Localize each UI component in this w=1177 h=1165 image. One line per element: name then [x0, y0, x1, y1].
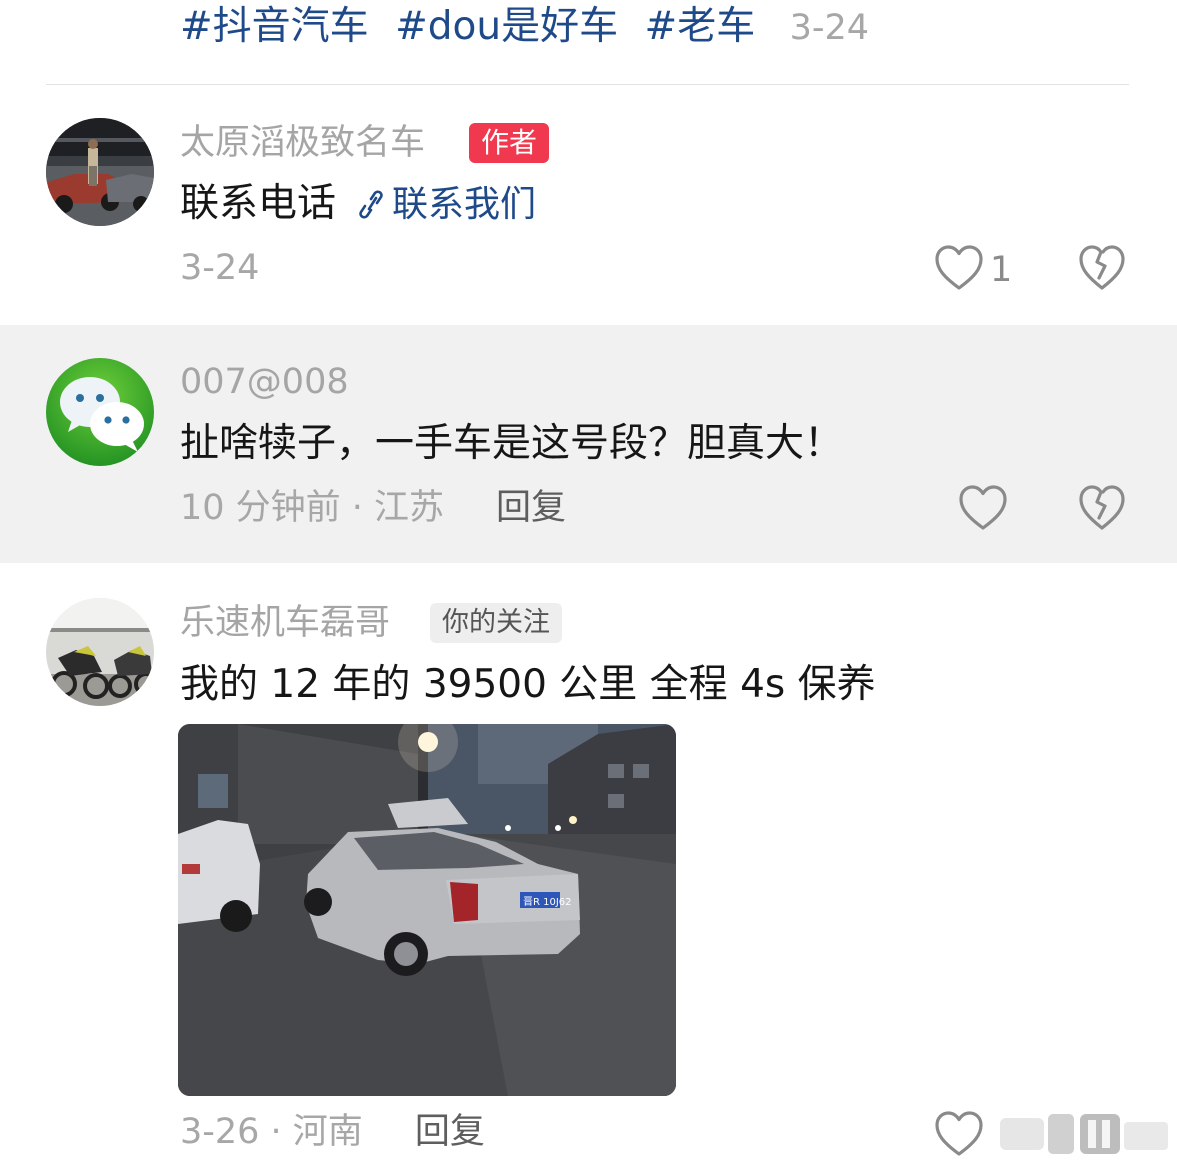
- comment-text: 我的 12 年的 39500 公里 全程 4s 保养: [180, 662, 876, 707]
- hashtag-link[interactable]: #老车: [645, 4, 756, 49]
- comment-meta: 3-26 · 河南 回复: [180, 1111, 485, 1153]
- following-badge: 你的关注: [430, 603, 562, 643]
- username[interactable]: 太原滔极致名车: [180, 122, 425, 164]
- reply-button[interactable]: 回复: [496, 488, 566, 528]
- reply-button[interactable]: 回复: [415, 1112, 485, 1152]
- broken-heart-icon[interactable]: [1078, 244, 1126, 296]
- broken-heart-icon[interactable]: [1078, 484, 1126, 536]
- like-count: 1: [990, 250, 1013, 290]
- comment-item: 007@008 扯啥犊子，一手车是这号段？胆真大！ 10 分钟前 · 江苏 回复: [0, 325, 1177, 563]
- comment-page: #抖音汽车 #dou是好车 #老车 3-24 太原滔极致名车 作者 联系电话 联…: [0, 0, 1177, 1165]
- heart-icon[interactable]: [934, 244, 984, 296]
- avatar[interactable]: [46, 598, 154, 706]
- post-caption-tags: #抖音汽车 #dou是好车 #老车 3-24: [180, 4, 869, 51]
- comment-meta: 10 分钟前 · 江苏 回复: [180, 487, 566, 529]
- post-date: 3-24: [789, 8, 870, 48]
- comment-text: 扯啥犊子，一手车是这号段？胆真大！: [180, 421, 844, 466]
- contact-us-link[interactable]: 联系我们: [392, 184, 536, 225]
- hashtag-link[interactable]: #dou是好车: [395, 4, 618, 49]
- divider: [46, 84, 1129, 85]
- comment-time-location: 10 分钟前 · 江苏: [180, 488, 445, 528]
- license-plate: 晋R 10J62: [523, 896, 572, 908]
- comment-photo[interactable]: 晋R 10J62: [178, 724, 676, 1096]
- username[interactable]: 乐速机车磊哥: [180, 602, 390, 644]
- watermark-logo: [1000, 1112, 1168, 1160]
- avatar[interactable]: [46, 358, 154, 466]
- author-badge: 作者: [469, 123, 550, 163]
- heart-icon[interactable]: [958, 484, 1008, 536]
- comment-text: 联系电话 联系我们: [180, 180, 536, 232]
- comment-date: 3-24: [180, 248, 260, 288]
- comment-item: 太原滔极致名车 作者 联系电话 联系我们 3-24 1: [0, 86, 1177, 324]
- hashtag-link[interactable]: #抖音汽车: [180, 4, 369, 49]
- heart-icon[interactable]: [934, 1110, 984, 1162]
- username[interactable]: 007@008: [180, 361, 349, 403]
- avatar[interactable]: [46, 118, 154, 226]
- comment-text-content: 联系电话: [180, 181, 337, 226]
- link-icon: [358, 184, 384, 232]
- comment-time-location: 3-26 · 河南: [180, 1112, 363, 1152]
